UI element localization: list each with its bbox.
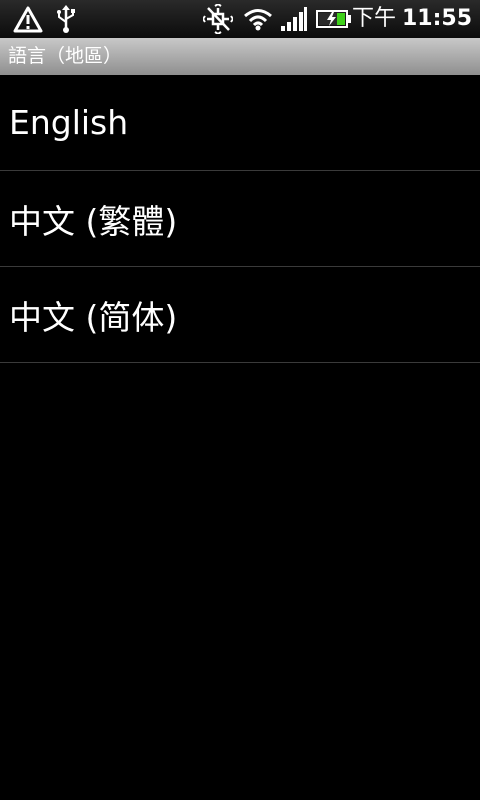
language-option-traditional-chinese[interactable]: 中文 (繁體) xyxy=(0,171,480,267)
screen: 下午 11:55 語言（地區） English 中文 (繁體) 中文 (简体) xyxy=(0,0,480,800)
status-bar: 下午 11:55 xyxy=(0,0,480,38)
wifi-icon xyxy=(242,0,274,38)
language-list: English 中文 (繁體) 中文 (简体) xyxy=(0,75,480,363)
clock-time: 11:55 xyxy=(401,6,472,31)
signal-icon xyxy=(279,0,309,38)
status-clock: 下午 11:55 xyxy=(352,0,472,38)
language-option-english[interactable]: English xyxy=(0,75,480,171)
usb-icon xyxy=(54,0,78,38)
page-title: 語言（地區） xyxy=(0,38,480,75)
warning-icon xyxy=(12,0,44,38)
clock-ampm: 下午 xyxy=(351,6,396,31)
sync-off-icon xyxy=(202,0,234,38)
battery-charging-icon xyxy=(316,0,352,38)
language-option-simplified-chinese[interactable]: 中文 (简体) xyxy=(0,267,480,363)
